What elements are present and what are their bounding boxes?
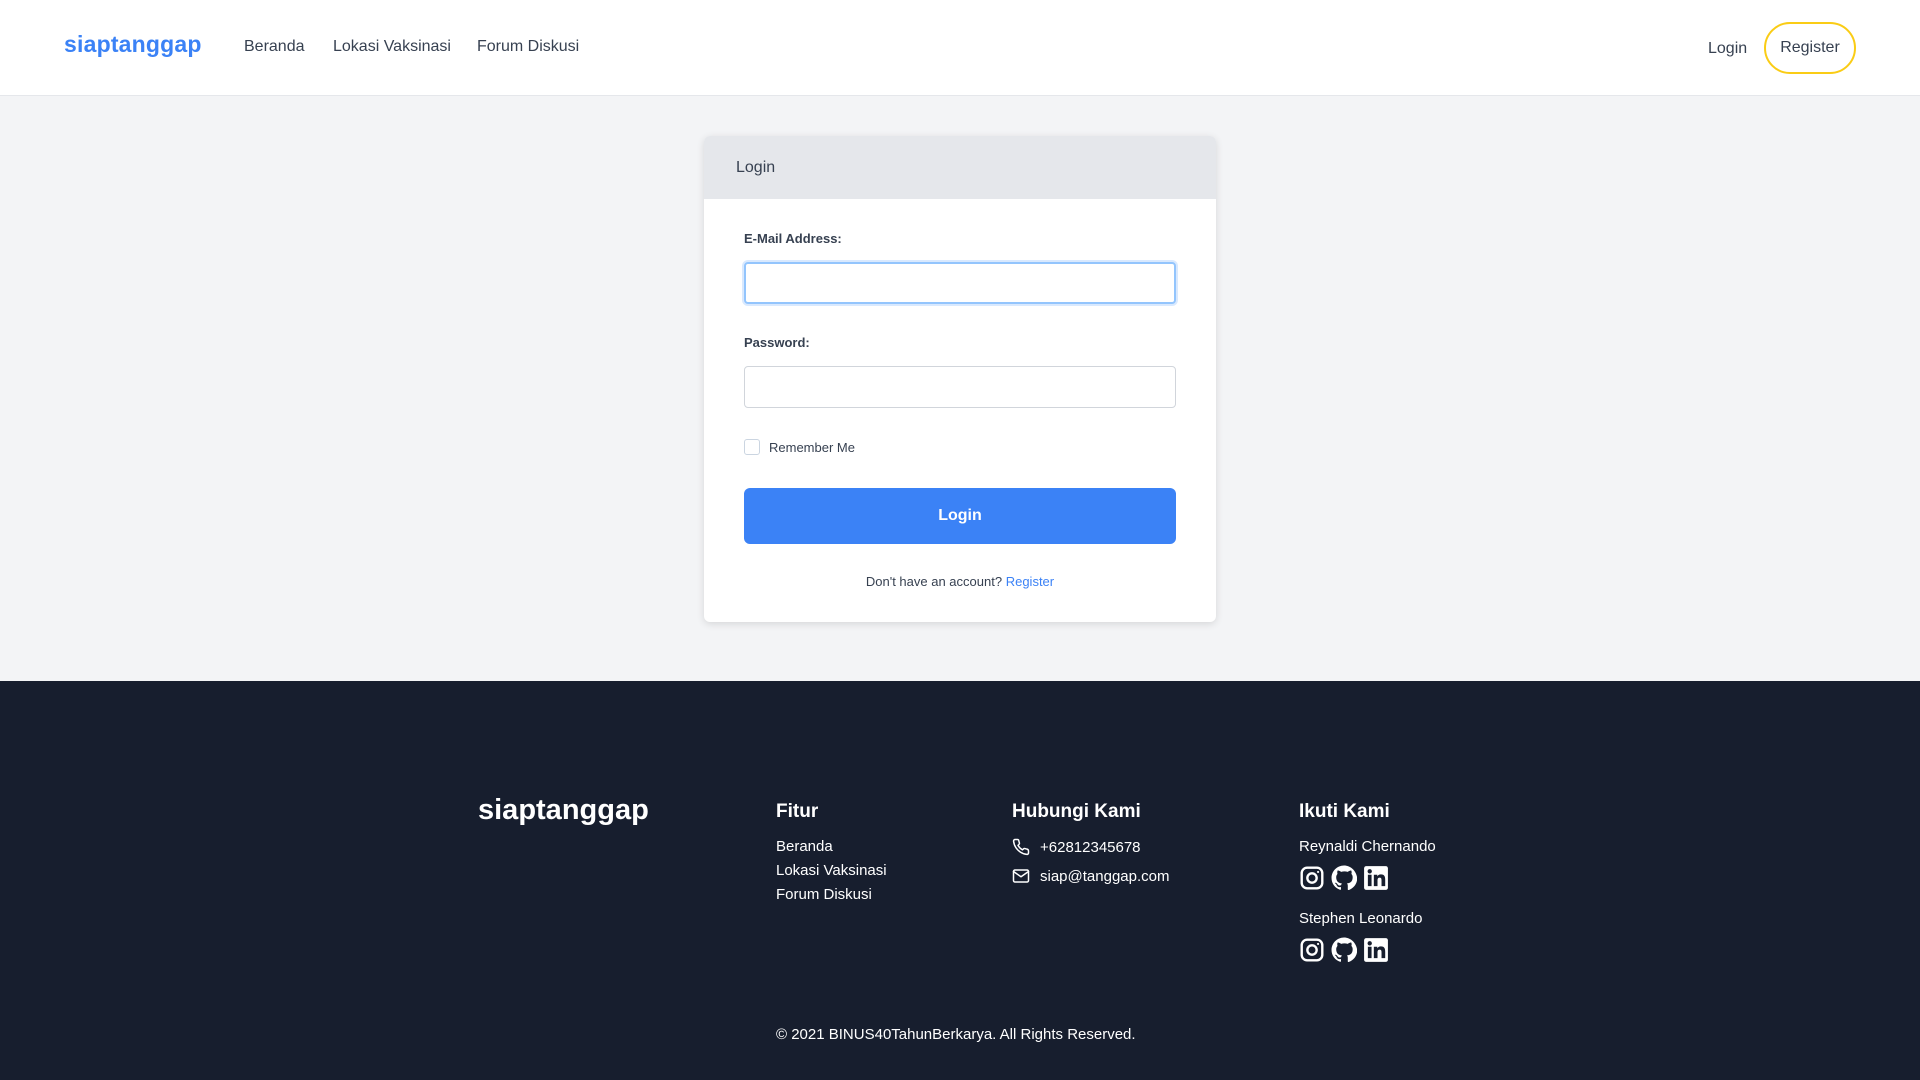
copyright-text: © 2021 BINUS40TahunBerkarya. All Rights … (776, 1026, 1136, 1043)
nav-forum-diskusi[interactable]: Forum Diskusi (477, 38, 579, 56)
instagram-icon[interactable] (1299, 865, 1325, 891)
footer-link-lokasi-vaksinasi[interactable]: Lokasi Vaksinasi (776, 862, 887, 879)
nav-login-link[interactable]: Login (1708, 40, 1747, 58)
footer-link-forum-diskusi[interactable]: Forum Diskusi (776, 886, 872, 903)
email-field[interactable] (744, 262, 1176, 304)
top-navbar: siaptanggap Beranda Lokasi Vaksinasi For… (0, 0, 1920, 96)
register-prompt: Don't have an account? Register (704, 574, 1216, 589)
mail-icon (1012, 869, 1030, 883)
register-link[interactable]: Register (1006, 574, 1054, 589)
footer: siaptanggap Fitur Beranda Lokasi Vaksina… (0, 681, 1920, 1080)
nav-lokasi-vaksinasi[interactable]: Lokasi Vaksinasi (333, 38, 451, 56)
email-label: E-Mail Address: (744, 231, 842, 246)
brand-logo[interactable]: siaptanggap (64, 31, 202, 58)
login-card: Login E-Mail Address: Password: Remember… (704, 136, 1216, 622)
remember-me-checkbox[interactable] (744, 439, 760, 455)
instagram-icon[interactable] (1299, 937, 1325, 963)
card-title: Login (736, 158, 776, 176)
contact-phone: +62812345678 (1012, 838, 1141, 856)
footer-brand: siaptanggap (478, 794, 649, 826)
footer-link-beranda[interactable]: Beranda (776, 838, 833, 855)
social-icons-row (1299, 865, 1395, 891)
footer-contact-title: Hubungi Kami (1012, 801, 1141, 822)
nav-beranda[interactable]: Beranda (244, 38, 305, 56)
nav-register-button[interactable]: Register (1764, 22, 1856, 74)
password-label: Password: (744, 335, 810, 350)
login-submit-button[interactable]: Login (744, 488, 1176, 544)
remember-me: Remember Me (744, 439, 855, 455)
github-icon[interactable] (1331, 865, 1357, 891)
follow-person-name: Reynaldi Chernando (1299, 838, 1436, 855)
no-account-text: Don't have an account? (865, 574, 1003, 589)
footer-follow-title: Ikuti Kami (1299, 801, 1390, 822)
contact-email: siap@tanggap.com (1012, 867, 1169, 885)
contact-phone-text: +62812345678 (1040, 838, 1141, 856)
remember-me-label[interactable]: Remember Me (769, 440, 855, 455)
linkedin-icon[interactable] (1363, 865, 1389, 891)
footer-features-title: Fitur (776, 801, 819, 822)
github-icon[interactable] (1331, 937, 1357, 963)
follow-person-name: Stephen Leonardo (1299, 910, 1423, 927)
phone-icon (1012, 838, 1030, 856)
linkedin-icon[interactable] (1363, 937, 1389, 963)
contact-email-text: siap@tanggap.com (1040, 867, 1170, 885)
card-header: Login (704, 136, 1216, 199)
password-field[interactable] (744, 366, 1176, 408)
social-icons-row (1299, 937, 1395, 963)
